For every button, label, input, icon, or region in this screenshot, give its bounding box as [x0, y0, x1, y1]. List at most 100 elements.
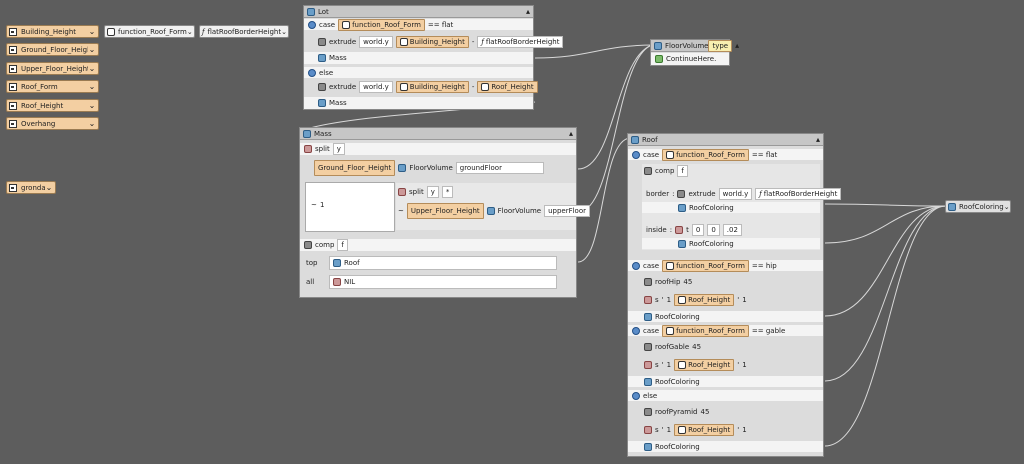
function-icon: ƒ — [759, 189, 762, 198]
attribute-icon — [399, 38, 408, 46]
top-row: top Roof — [300, 256, 576, 270]
param-upper-floor-height[interactable]: Upper_Floor_Height ⌄ — [6, 62, 99, 75]
panel-title: Lot — [318, 7, 329, 16]
building-height-chip[interactable]: Building_Height — [395, 81, 469, 93]
ground-floor-row: Ground_Floor_Height FloorVolume groundFl… — [300, 160, 576, 176]
attribute-icon — [9, 183, 17, 192]
roof-height-chip[interactable]: Roof_Height — [477, 81, 538, 93]
param-roof-form[interactable]: Roof_Form ⌄ — [6, 80, 99, 93]
rule-icon — [398, 164, 407, 172]
mass-row-else[interactable]: Mass — [304, 97, 533, 109]
chevron-down-icon[interactable]: ⌄ — [88, 64, 96, 73]
roof-coloring-row-border[interactable]: RoofColoring — [642, 202, 820, 213]
attribute-icon — [107, 27, 115, 36]
roof-hip-icon — [644, 277, 652, 286]
function-chip[interactable]: function_Roof_Form — [338, 18, 425, 31]
function-icon: ƒ — [202, 27, 205, 36]
comp-row: comp f — [300, 239, 576, 251]
chevron-down-icon[interactable]: ⌄ — [187, 28, 193, 36]
case-icon — [632, 261, 640, 270]
case-flat-row: case function_Roof_Form == flat — [628, 148, 823, 161]
roof-coloring-row-else[interactable]: RoofColoring — [628, 441, 823, 452]
nil-icon — [333, 278, 341, 286]
chevron-down-icon[interactable]: ⌄ — [88, 101, 96, 110]
extrude-icon — [677, 189, 686, 198]
all-row: all NIL — [300, 275, 576, 289]
roof-height-chip[interactable]: Roof_Height — [674, 423, 735, 436]
function-chip[interactable]: function_Roof_Form — [662, 148, 749, 161]
split-icon — [398, 188, 406, 196]
attribute-icon — [678, 360, 687, 369]
param-gronda[interactable]: gronda ⌄ — [6, 181, 56, 194]
chevron-down-icon[interactable]: ⌄ — [88, 27, 96, 36]
attribute-icon — [678, 295, 687, 304]
lot-rule-panel[interactable]: Lot ▴ case function_Roof_Form == flat ex… — [303, 5, 564, 110]
function-roof-form-node[interactable]: function_Roof_Form ⌄ — [104, 25, 195, 38]
roof-height-chip[interactable]: Roof_Height — [674, 358, 735, 371]
attribute-icon — [9, 45, 17, 54]
roof-gable-row: roofGable 45 — [628, 341, 823, 352]
chevron-down-icon[interactable]: ⌄ — [88, 119, 96, 128]
mass-row[interactable]: Mass — [304, 52, 533, 64]
function-flat-roof-border-node[interactable]: ƒ flatRoofBorderHeight ⌄ — [199, 25, 289, 38]
roof-coloring-row-gable[interactable]: RoofColoring — [628, 376, 823, 387]
chevron-down-icon[interactable]: ⌄ — [88, 82, 96, 91]
chevron-down-icon[interactable]: ⌄ — [88, 45, 96, 54]
rule-icon — [303, 129, 311, 138]
collapse-icon[interactable]: ▴ — [816, 135, 820, 144]
param-ground-floor-height[interactable]: Ground_Floor_Height ⌄ — [6, 43, 99, 56]
scale-icon — [644, 360, 652, 369]
rule-icon — [307, 7, 315, 16]
extrude-icon — [318, 83, 326, 91]
rule-icon — [644, 442, 652, 451]
collapse-icon[interactable]: ▴ — [735, 41, 739, 50]
chevron-down-icon[interactable]: ⌄ — [281, 28, 287, 36]
case-icon — [308, 20, 316, 29]
roof-coloring-node[interactable]: RoofColoring ⌄ — [945, 200, 1011, 213]
attribute-icon — [342, 20, 351, 29]
mass-rule-panel[interactable]: Mass ▴ split y Ground_Floor_Height Floor… — [299, 127, 591, 298]
chevron-down-icon[interactable]: ⌄ — [1004, 203, 1010, 211]
scale-else-row: s ' 1 Roof_Height ' 1 — [628, 423, 823, 436]
roof-target[interactable]: Roof — [329, 256, 557, 270]
roof-coloring-row-inside[interactable]: RoofColoring — [642, 238, 820, 249]
upper-floor-height-chip[interactable]: Upper_Floor_Height — [406, 203, 484, 219]
roof-height-chip[interactable]: Roof_Height — [674, 293, 735, 306]
flat-border-chip[interactable]: ƒ flatRoofBorderHeight — [477, 36, 564, 48]
function-chip[interactable]: function_Roof_Form — [662, 259, 749, 272]
comp-icon — [304, 241, 312, 249]
roof-coloring-row-hip[interactable]: RoofColoring — [628, 311, 823, 322]
roof-rule-panel[interactable]: Roof ▴ case function_Roof_Form == flat c… — [627, 133, 842, 457]
translate-icon — [675, 225, 684, 234]
case-icon — [632, 326, 640, 335]
rule-icon — [486, 207, 495, 215]
split-icon — [304, 145, 312, 153]
param-roof-height[interactable]: Roof_Height ⌄ — [6, 99, 99, 112]
nil-target[interactable]: NIL — [329, 275, 557, 289]
flat-border-chip[interactable]: ƒ flatRoofBorderHeight — [755, 187, 842, 200]
rule-icon — [644, 312, 652, 321]
param-overhang[interactable]: Overhang ⌄ — [6, 117, 99, 130]
rule-icon — [654, 41, 662, 50]
function-chip[interactable]: function_Roof_Form — [662, 324, 749, 337]
roof-hip-row: roofHip 45 — [628, 276, 823, 287]
collapse-icon[interactable]: ▴ — [526, 7, 530, 16]
roof-gable-icon — [644, 342, 652, 351]
case-row: case function_Roof_Form == flat — [304, 18, 533, 31]
param-building-height[interactable]: Building_Height ⌄ — [6, 25, 99, 38]
extrude-row: extrude world.y Building_Height - ƒ flatR… — [304, 36, 564, 48]
rule-icon — [631, 135, 639, 144]
else-row: else — [628, 390, 823, 401]
comp-icon — [644, 167, 652, 175]
building-height-chip[interactable]: Building_Height — [395, 36, 469, 48]
ground-floor-height-chip[interactable]: Ground_Floor_Height — [314, 160, 396, 176]
chevron-down-icon[interactable]: ⌄ — [45, 183, 53, 192]
attribute-icon — [666, 326, 675, 335]
floor-volume-panel[interactable]: FloorVolume type ▴ ContinueHere. — [650, 39, 739, 66]
rule-icon — [678, 239, 686, 248]
rule-icon — [644, 377, 652, 386]
collapse-icon[interactable]: ▴ — [569, 129, 573, 138]
rule-icon — [678, 203, 686, 212]
attribute-icon — [666, 150, 675, 159]
attribute-icon — [9, 27, 17, 36]
